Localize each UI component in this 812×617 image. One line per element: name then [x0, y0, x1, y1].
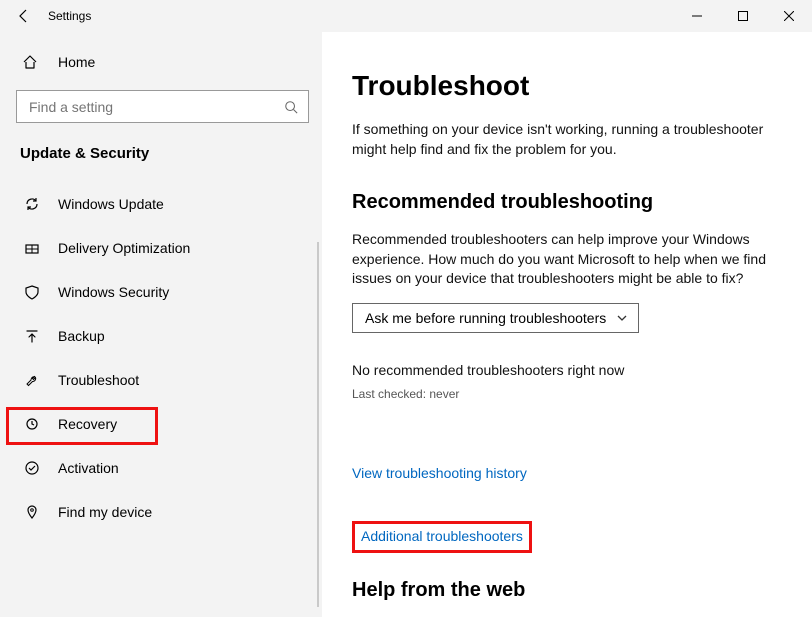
- sidebar-item-label: Find my device: [58, 504, 152, 520]
- sidebar-item-label: Windows Update: [58, 196, 164, 212]
- highlight-box-additional: Additional troubleshooters: [352, 521, 532, 553]
- maximize-button[interactable]: [720, 0, 766, 32]
- wrench-icon: [22, 372, 42, 388]
- content-pane: Troubleshoot If something on your device…: [322, 32, 812, 617]
- titlebar: Settings: [0, 0, 812, 32]
- recovery-icon: [22, 416, 42, 432]
- search-field[interactable]: [27, 98, 284, 116]
- home-nav[interactable]: Home: [0, 42, 322, 82]
- close-button[interactable]: [766, 0, 812, 32]
- category-header: Update & Security: [0, 123, 322, 168]
- shield-icon: [22, 284, 42, 300]
- sidebar-item-find-my-device[interactable]: Find my device: [0, 490, 322, 534]
- search-icon: [284, 100, 298, 114]
- window-title: Settings: [48, 9, 91, 23]
- last-checked-text: Last checked: never: [352, 387, 802, 401]
- page-intro: If something on your device isn't workin…: [352, 120, 782, 159]
- additional-troubleshooters-link[interactable]: Additional troubleshooters: [361, 528, 523, 544]
- location-icon: [22, 504, 42, 520]
- sidebar-item-label: Backup: [58, 328, 105, 344]
- sidebar-item-backup[interactable]: Backup: [0, 314, 322, 358]
- back-button[interactable]: [0, 0, 48, 32]
- sync-icon: [22, 196, 42, 212]
- sidebar-item-windows-security[interactable]: Windows Security: [0, 270, 322, 314]
- home-icon: [22, 54, 42, 70]
- sidebar-scrollbar[interactable]: [317, 242, 319, 607]
- sidebar-item-troubleshoot[interactable]: Troubleshoot: [0, 358, 322, 402]
- sidebar-item-label: Troubleshoot: [58, 372, 139, 388]
- sidebar-item-label: Recovery: [58, 416, 117, 432]
- page-title: Troubleshoot: [352, 70, 802, 102]
- recommended-status: No recommended troubleshooters right now: [352, 361, 782, 381]
- dropdown-value: Ask me before running troubleshooters: [365, 310, 606, 326]
- minimize-button[interactable]: [674, 0, 720, 32]
- backup-icon: [22, 328, 42, 344]
- sidebar-item-recovery[interactable]: Recovery: [0, 402, 322, 446]
- section-help-heading: Help from the web: [352, 579, 802, 602]
- section-recommended-body: Recommended troubleshooters can help imp…: [352, 230, 782, 289]
- section-recommended-heading: Recommended troubleshooting: [352, 191, 802, 214]
- home-label: Home: [58, 54, 95, 70]
- check-circle-icon: [22, 460, 42, 476]
- sidebar-item-activation[interactable]: Activation: [0, 446, 322, 490]
- delivery-icon: [22, 240, 42, 256]
- chevron-down-icon: [616, 312, 628, 324]
- search-input[interactable]: [16, 90, 309, 123]
- recommended-mode-dropdown[interactable]: Ask me before running troubleshooters: [352, 303, 639, 333]
- sidebar-item-windows-update[interactable]: Windows Update: [0, 182, 322, 226]
- view-history-link[interactable]: View troubleshooting history: [352, 465, 527, 481]
- sidebar-item-label: Windows Security: [58, 284, 169, 300]
- nav-list: Windows Update Delivery Optimization Win…: [0, 182, 322, 534]
- sidebar-item-label: Delivery Optimization: [58, 240, 190, 256]
- sidebar-item-delivery-optimization[interactable]: Delivery Optimization: [0, 226, 322, 270]
- sidebar-item-label: Activation: [58, 460, 119, 476]
- sidebar: Home Update & Security Windows Update: [0, 32, 322, 617]
